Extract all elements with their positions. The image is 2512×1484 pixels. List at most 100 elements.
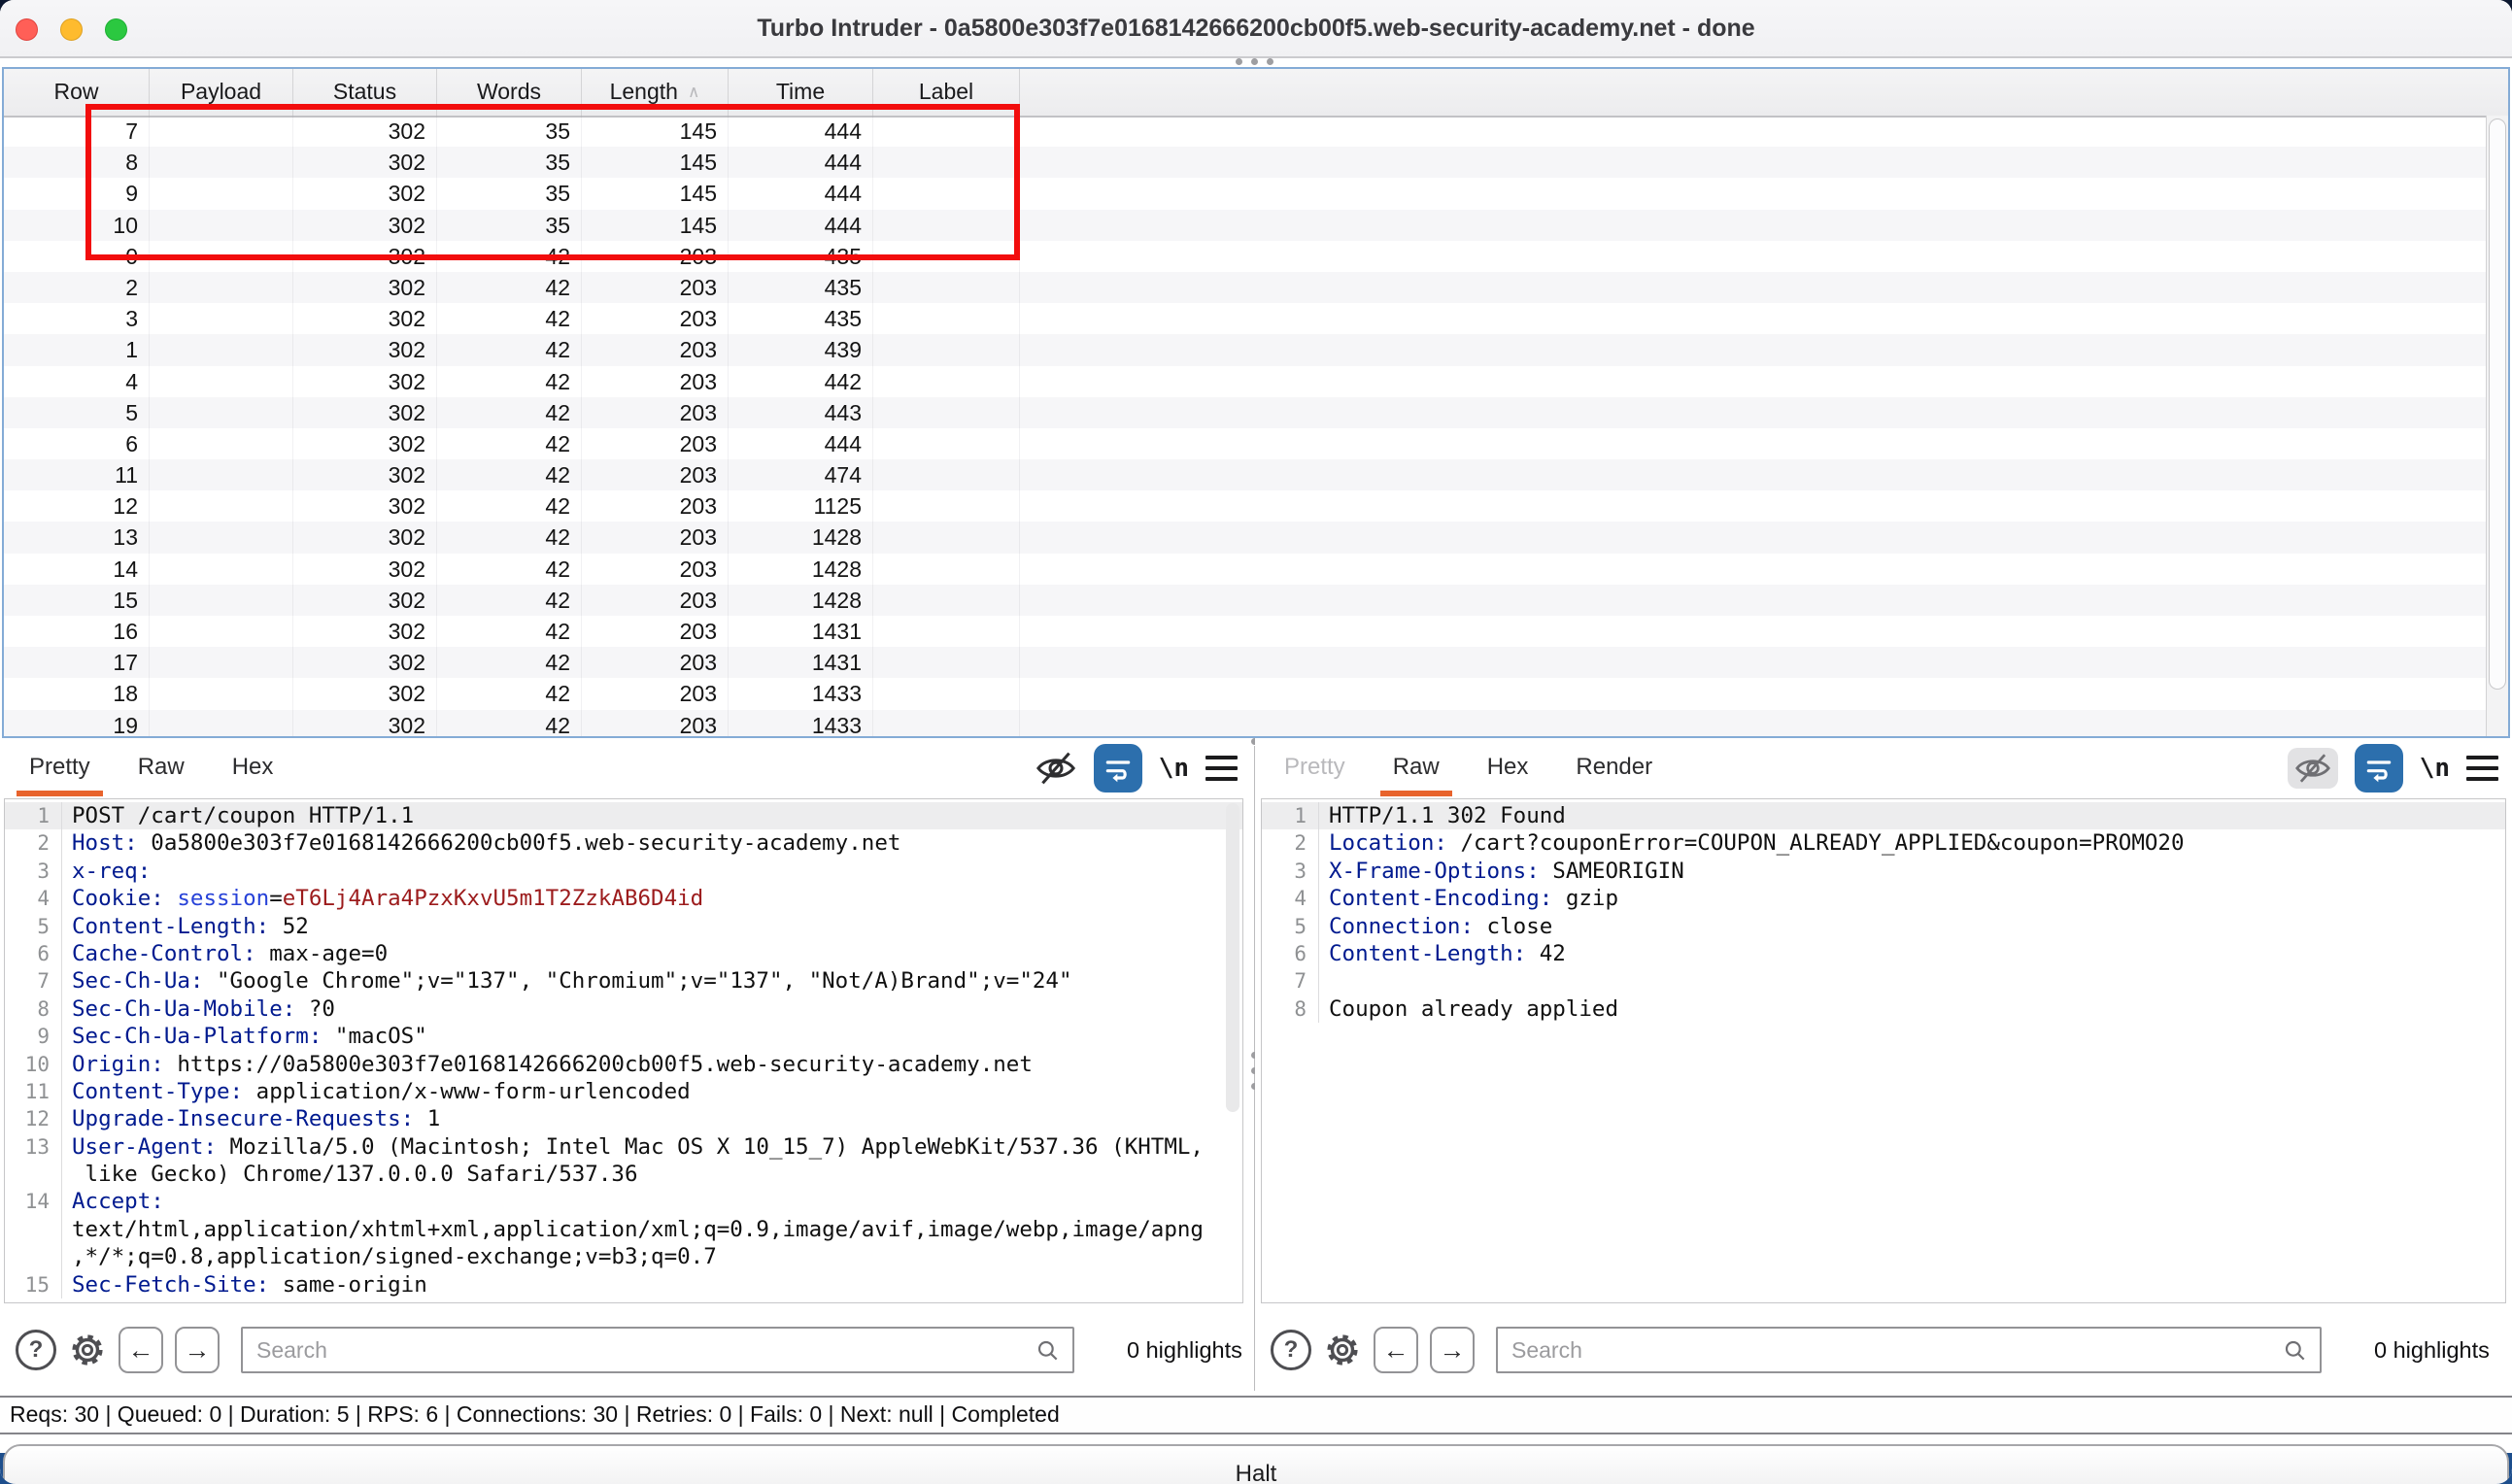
- request-editor[interactable]: 1POST /cart/coupon HTTP/1.12Host: 0a5800…: [4, 798, 1243, 1303]
- table-row[interactable]: 16302422031431: [4, 616, 2487, 647]
- menu-icon[interactable]: [2466, 756, 2498, 781]
- newline-icon[interactable]: \n: [1159, 754, 1189, 783]
- tab-pretty[interactable]: Pretty: [29, 738, 90, 798]
- word-wrap-icon[interactable]: [2355, 744, 2403, 793]
- line-number: 5: [1262, 913, 1318, 940]
- table-row[interactable]: 12302422031125: [4, 490, 2487, 522]
- cell-payload: [150, 678, 293, 709]
- search-input[interactable]: [241, 1327, 1074, 1373]
- response-editor[interactable]: 1HTTP/1.1 302 Found2Location: /cart?coup…: [1261, 798, 2506, 1303]
- cell-label: [873, 585, 1020, 616]
- tab-render[interactable]: Render: [1576, 738, 1652, 798]
- prev-match-button[interactable]: ←: [1374, 1327, 1418, 1373]
- cell-words: 42: [437, 303, 582, 334]
- search-input[interactable]: [1496, 1327, 2322, 1373]
- titlebar[interactable]: Turbo Intruder - 0a5800e303f7e0168142666…: [0, 0, 2512, 58]
- table-row[interactable]: 19302422031433: [4, 710, 2487, 736]
- line-number: 3: [1262, 858, 1318, 885]
- line-content: Connection: close: [1318, 913, 2505, 940]
- cell-time: 444: [729, 428, 873, 459]
- cell-status: 302: [293, 272, 437, 303]
- tab-pretty[interactable]: Pretty: [1284, 738, 1345, 798]
- table-row[interactable]: 130242203439: [4, 334, 2487, 365]
- search-icon: [1035, 1338, 1061, 1364]
- tab-hex[interactable]: Hex: [232, 738, 274, 798]
- highlights-count: 0 highlights: [1127, 1337, 1242, 1364]
- settings-gear-icon[interactable]: [68, 1331, 107, 1369]
- cell-length: 203: [582, 710, 729, 736]
- line-content: Content-Length: 42: [1318, 940, 2505, 967]
- table-row[interactable]: 14302422031428: [4, 554, 2487, 585]
- newline-icon[interactable]: \n: [2420, 754, 2450, 783]
- line-number: [5, 1161, 61, 1188]
- table-row[interactable]: 230242203435: [4, 272, 2487, 303]
- cell-payload: [150, 585, 293, 616]
- search-icon: [2283, 1338, 2308, 1364]
- eye-slash-icon[interactable]: [2288, 748, 2338, 789]
- menu-icon[interactable]: [1205, 756, 1238, 781]
- table-scrollbar[interactable]: [2486, 116, 2508, 736]
- code-line: ,*/*;q=0.8,application/signed-exchange;v…: [5, 1243, 1242, 1270]
- line-number: 6: [1262, 940, 1318, 967]
- table-row[interactable]: 17302422031431: [4, 647, 2487, 678]
- cell-words: 42: [437, 647, 582, 678]
- line-number: 13: [5, 1133, 61, 1161]
- cell-label: [873, 678, 1020, 709]
- line-content: Sec-Ch-Ua: "Google Chrome";v="137", "Chr…: [61, 967, 1242, 995]
- help-icon[interactable]: ?: [16, 1330, 56, 1370]
- help-icon[interactable]: ?: [1271, 1330, 1311, 1370]
- cell-words: 42: [437, 554, 582, 585]
- cell-length: 203: [582, 334, 729, 365]
- settings-gear-icon[interactable]: [1323, 1331, 1362, 1369]
- line-number: 1: [5, 802, 61, 829]
- cell-payload: [150, 397, 293, 428]
- table-row[interactable]: 330242203435: [4, 303, 2487, 334]
- code-line: 12Upgrade-Insecure-Requests: 1: [5, 1105, 1242, 1132]
- next-match-button[interactable]: →: [175, 1327, 220, 1373]
- halt-zone: Halt: [0, 1434, 2512, 1484]
- cell-status: 302: [293, 522, 437, 553]
- table-row[interactable]: 530242203443: [4, 397, 2487, 428]
- cell-label: [873, 490, 1020, 522]
- code-line: 14Accept:: [5, 1188, 1242, 1215]
- code-line: 2Location: /cart?couponError=COUPON_ALRE…: [1262, 829, 2505, 857]
- table-row[interactable]: 1130242203474: [4, 459, 2487, 490]
- cell-status: 302: [293, 616, 437, 647]
- eye-slash-icon[interactable]: [1035, 750, 1077, 787]
- cell-words: 42: [437, 428, 582, 459]
- table-row[interactable]: 18302422031433: [4, 678, 2487, 709]
- horizontal-splitter-top[interactable]: [1236, 58, 1273, 65]
- table-row[interactable]: 15302422031428: [4, 585, 2487, 616]
- cell-label: [873, 616, 1020, 647]
- table-row[interactable]: 630242203444: [4, 428, 2487, 459]
- cell-status: 302: [293, 554, 437, 585]
- table-scrollbar-thumb[interactable]: [2489, 118, 2506, 690]
- line-number: 3: [5, 858, 61, 885]
- tab-raw[interactable]: Raw: [138, 738, 185, 798]
- request-editor-panel: Pretty Raw Hex: [0, 738, 1251, 1391]
- word-wrap-icon[interactable]: [1094, 744, 1142, 793]
- highlights-count: 0 highlights: [2374, 1337, 2490, 1364]
- cell-words: 42: [437, 616, 582, 647]
- prev-match-button[interactable]: ←: [119, 1327, 163, 1373]
- cell-words: 42: [437, 366, 582, 397]
- cell-status: 302: [293, 334, 437, 365]
- halt-button[interactable]: Halt: [3, 1444, 2509, 1484]
- cell-payload: [150, 522, 293, 553]
- cell-time: 1125: [729, 490, 873, 522]
- line-content: Coupon already applied: [1318, 995, 2505, 1023]
- cell-row: 12: [4, 490, 150, 522]
- screen: Turbo Intruder - 0a5800e303f7e0168142666…: [0, 0, 2512, 1484]
- cell-words: 42: [437, 710, 582, 736]
- table-row[interactable]: 13302422031428: [4, 522, 2487, 553]
- next-match-button[interactable]: →: [1430, 1327, 1475, 1373]
- cell-time: 1428: [729, 585, 873, 616]
- table-row[interactable]: 430242203442: [4, 366, 2487, 397]
- cell-length: 203: [582, 272, 729, 303]
- cell-status: 302: [293, 647, 437, 678]
- line-content: Content-Encoding: gzip: [1318, 885, 2505, 912]
- tab-hex[interactable]: Hex: [1487, 738, 1529, 798]
- request-scrollbar-thumb[interactable]: [1226, 803, 1239, 1112]
- line-number: [5, 1243, 61, 1270]
- tab-raw[interactable]: Raw: [1393, 738, 1440, 798]
